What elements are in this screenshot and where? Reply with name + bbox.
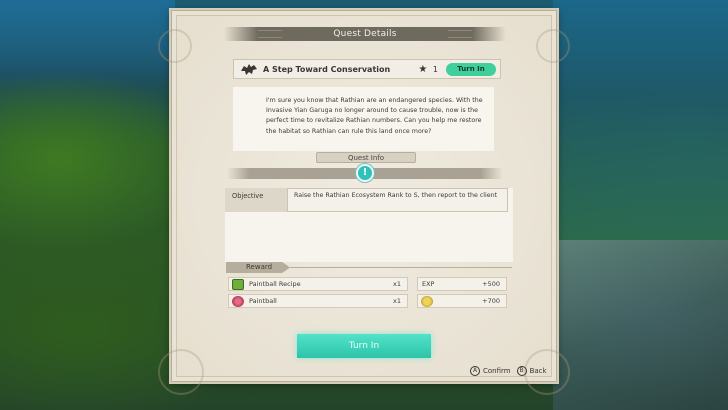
back-label: Back [529, 367, 547, 375]
monster-silhouette-icon [238, 60, 260, 78]
quest-description: I'm sure you know that Rathian are an en… [233, 87, 494, 151]
star-count: 1 [432, 64, 438, 74]
star-icon: ★ [418, 63, 428, 75]
turn-in-button[interactable]: Turn In [297, 334, 431, 358]
recipe-icon [232, 278, 244, 290]
paintball-icon [232, 295, 244, 307]
back-hint[interactable]: B Back [516, 366, 547, 376]
reward-exp-label: EXP [422, 280, 435, 288]
b-button-icon: B [516, 366, 527, 376]
reward-item-qty: x1 [393, 297, 401, 305]
flourish-left-icon [258, 30, 282, 38]
background-sky-right [553, 0, 728, 240]
corner-ornament-icon [158, 349, 204, 395]
exclamation-icon: ! [356, 164, 374, 182]
reward-divider [290, 267, 512, 268]
reward-exp-value: +500 [482, 280, 500, 288]
quest-info-label: Quest Info [316, 152, 416, 163]
coin-icon [421, 295, 433, 307]
a-button-icon: A [470, 366, 480, 376]
confirm-hint[interactable]: A Confirm [470, 366, 511, 376]
quest-header-row[interactable]: A Step Toward Conservation ★ 1 Turn In [233, 59, 501, 79]
background-rock [553, 240, 728, 410]
reward-item-name: Paintball Recipe [249, 280, 301, 288]
objective-label: Objective [225, 188, 287, 212]
reward-item: Paintball Recipe x1 [228, 277, 408, 291]
quest-details-panel: Quest Details A Step Toward Conservation… [158, 10, 570, 395]
reward-exp: EXP +500 [417, 277, 507, 291]
reward-money-value: +700 [482, 297, 500, 305]
confirm-label: Confirm [483, 367, 511, 375]
dialog-title-text: Quest Details [333, 29, 397, 39]
reward-item-qty: x1 [393, 280, 401, 288]
reward-label: Reward [226, 262, 290, 273]
status-badge: Turn In [446, 62, 496, 76]
objective-row: Objective Raise the Rathian Ecosystem Ra… [225, 188, 508, 212]
corner-ornament-icon [158, 29, 192, 63]
reward-item-name: Paintball [249, 297, 277, 305]
dialog-title: Quest Details [224, 27, 506, 41]
background-sky-left [0, 0, 175, 90]
corner-ornament-icon [536, 29, 570, 63]
reward-item: Paintball x1 [228, 294, 408, 308]
quest-name: A Step Toward Conservation [263, 64, 391, 74]
reward-money: +700 [417, 294, 507, 308]
flourish-right-icon [448, 30, 472, 38]
button-hints: A Confirm B Back [470, 366, 547, 376]
objective-value: Raise the Rathian Ecosystem Rank to S, t… [287, 188, 508, 212]
